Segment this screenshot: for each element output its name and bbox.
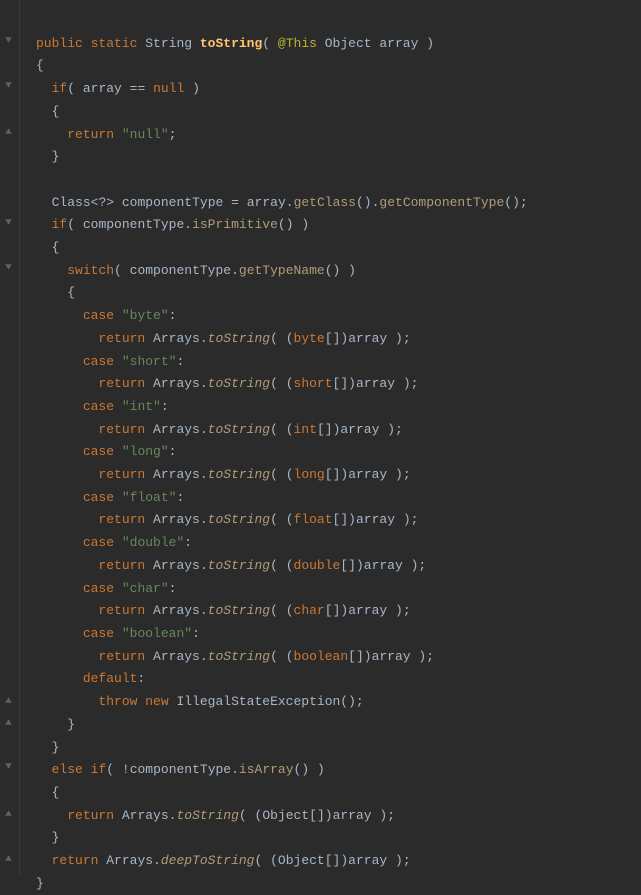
- code-line: default:: [36, 671, 145, 686]
- gutter: [0, 0, 20, 875]
- code-line: return Arrays.deepToString( (Object[])ar…: [36, 853, 411, 868]
- code-line: if( componentType.isPrimitive() ): [36, 217, 309, 232]
- code-line: case "long":: [36, 444, 176, 459]
- code-line: }: [36, 740, 59, 755]
- code-line: Class<?> componentType = array.getClass(…: [36, 195, 528, 210]
- fold-icon[interactable]: [3, 217, 14, 228]
- code-line: case "char":: [36, 581, 176, 596]
- code-line: case "short":: [36, 354, 184, 369]
- code-line: return Arrays.toString( (float[])array )…: [36, 512, 418, 527]
- code-line: throw new IllegalStateException();: [36, 694, 364, 709]
- fold-icon[interactable]: [3, 35, 14, 46]
- code-line: }: [36, 830, 59, 845]
- code-line: {: [36, 58, 44, 73]
- fold-icon[interactable]: [3, 761, 14, 772]
- fold-icon[interactable]: [3, 716, 14, 727]
- code-line: case "byte":: [36, 308, 176, 323]
- code-line: case "double":: [36, 535, 192, 550]
- fold-icon[interactable]: [3, 80, 14, 91]
- code-line: return Arrays.toString( (short[])array )…: [36, 376, 418, 391]
- code-line: case "int":: [36, 399, 169, 414]
- code-editor[interactable]: public static String toString( @This Obj…: [20, 0, 528, 875]
- code-line: return Arrays.toString( (boolean[])array…: [36, 649, 434, 664]
- code-line: public static String toString( @This Obj…: [36, 36, 434, 51]
- code-line: else if( !componentType.isArray() ): [36, 762, 325, 777]
- code-line: return Arrays.toString( (long[])array );: [36, 467, 411, 482]
- code-line: if( array == null ): [36, 81, 200, 96]
- fold-icon[interactable]: [3, 852, 14, 863]
- code-line: return Arrays.toString( (Object[])array …: [36, 808, 395, 823]
- code-line: {: [36, 285, 75, 300]
- code-line: }: [36, 876, 44, 891]
- code-line: return Arrays.toString( (char[])array );: [36, 603, 411, 618]
- code-line: {: [36, 240, 59, 255]
- code-line: }: [36, 717, 75, 732]
- code-line: switch( componentType.getTypeName() ): [36, 263, 356, 278]
- code-line: return Arrays.toString( (byte[])array );: [36, 331, 411, 346]
- fold-icon[interactable]: [3, 807, 14, 818]
- code-line: {: [36, 104, 59, 119]
- code-line: {: [36, 785, 59, 800]
- code-line: return Arrays.toString( (int[])array );: [36, 422, 403, 437]
- fold-icon[interactable]: [3, 694, 14, 705]
- fold-icon[interactable]: [3, 262, 14, 273]
- code-line: return "null";: [36, 127, 176, 142]
- code-line: case "float":: [36, 490, 184, 505]
- code-line: }: [36, 149, 59, 164]
- fold-icon[interactable]: [3, 125, 14, 136]
- code-line: return Arrays.toString( (double[])array …: [36, 558, 426, 573]
- code-line: case "boolean":: [36, 626, 200, 641]
